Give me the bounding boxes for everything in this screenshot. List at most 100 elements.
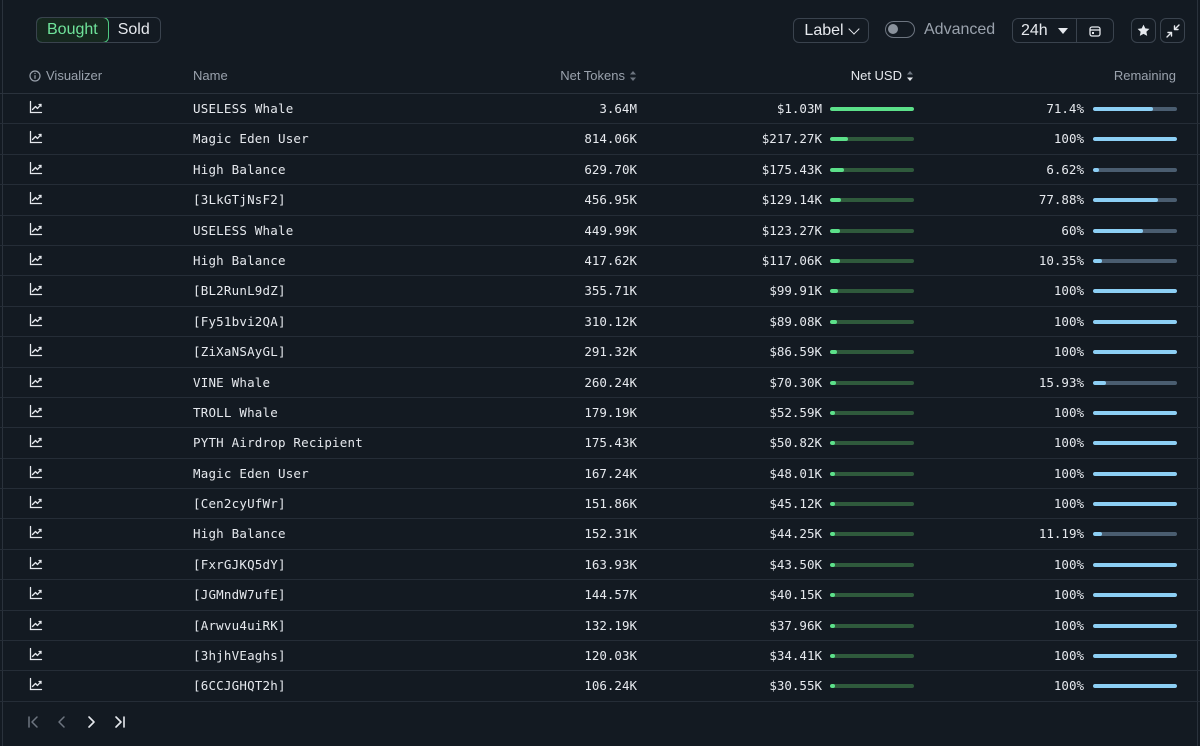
caret-down-icon — [1057, 27, 1068, 34]
table-row[interactable]: Magic Eden User 167.24K $48.01K 100% — [0, 459, 1200, 490]
table-row[interactable]: [Cen2cyUfWr] 151.86K $45.12K 100% — [0, 489, 1200, 520]
table-row[interactable]: [3hjhVEaghs] 120.03K $34.41K 100% — [0, 641, 1200, 672]
prev-page-button[interactable] — [53, 712, 70, 732]
row-name[interactable]: USELESS Whale — [193, 223, 293, 239]
row-net-tokens: 629.70K — [584, 161, 637, 177]
row-name[interactable]: High Balance — [193, 253, 286, 269]
visualizer-button[interactable] — [29, 313, 43, 331]
row-name[interactable]: High Balance — [193, 162, 286, 178]
visualizer-button[interactable] — [29, 374, 43, 392]
net-usd-bar-fill — [830, 502, 836, 507]
table-row[interactable]: Magic Eden User 814.06K $217.27K 100% — [0, 124, 1200, 155]
table-row[interactable]: High Balance 152.31K $44.25K 11.19% — [0, 519, 1200, 550]
time-range-dropdown[interactable]: 24h — [1013, 19, 1077, 42]
header-net-usd[interactable]: Net USD — [851, 68, 914, 83]
row-name[interactable]: [BL2RunL9dZ] — [193, 283, 286, 299]
visualizer-button[interactable] — [29, 130, 43, 148]
table-row[interactable]: [ZiXaNSAyGL] 291.32K $86.59K 100% — [0, 337, 1200, 368]
row-name[interactable]: [FxrGJKQ5dY] — [193, 557, 286, 573]
favorite-button[interactable] — [1131, 18, 1156, 43]
row-name[interactable]: [ZiXaNSAyGL] — [193, 344, 286, 360]
visualizer-button[interactable] — [29, 617, 43, 635]
net-usd-bar-fill — [830, 654, 836, 659]
row-name[interactable]: [3hjhVEaghs] — [193, 648, 286, 664]
row-name[interactable]: [Cen2cyUfWr] — [193, 496, 286, 512]
table-row[interactable]: [JGMndW7ufE] 144.57K $40.15K 100% — [0, 580, 1200, 611]
visualizer-button[interactable] — [29, 495, 43, 513]
visualizer-button[interactable] — [29, 525, 43, 543]
net-usd-bar — [830, 289, 914, 294]
row-remaining: 100% — [1053, 435, 1084, 451]
row-net-usd: $99.91K — [769, 283, 822, 299]
table-row[interactable]: USELESS Whale 449.99K $123.27K 60% — [0, 216, 1200, 246]
table-row[interactable]: [Fy51bvi2QA] 310.12K $89.08K 100% — [0, 307, 1200, 338]
row-remaining: 15.93% — [1038, 374, 1084, 390]
visualizer-button[interactable] — [29, 404, 43, 422]
row-net-tokens: 260.24K — [584, 374, 637, 390]
next-page-button[interactable] — [82, 712, 99, 732]
row-name[interactable]: [3LkGTjNsF2] — [193, 192, 286, 208]
visualizer-button[interactable] — [29, 465, 43, 483]
table-row[interactable]: High Balance 629.70K $175.43K 6.62% — [0, 155, 1200, 186]
time-range-value: 24h — [1021, 21, 1048, 39]
table-row[interactable]: USELESS Whale 3.64M $1.03M 71.4% — [0, 94, 1200, 125]
header-net-tokens[interactable]: Net Tokens — [560, 68, 637, 83]
visualizer-button[interactable] — [29, 647, 43, 665]
remaining-bar — [1093, 410, 1177, 415]
row-name[interactable]: TROLL Whale — [193, 405, 278, 421]
row-net-usd: $34.41K — [769, 648, 822, 664]
row-name[interactable]: High Balance — [193, 526, 286, 542]
calendar-button[interactable] — [1077, 19, 1113, 42]
table-row[interactable]: [Arwvu4uiRK] 132.19K $37.96K 100% — [0, 611, 1200, 642]
row-name[interactable]: Magic Eden User — [193, 131, 309, 147]
row-remaining: 100% — [1053, 496, 1084, 512]
table-row[interactable]: [FxrGJKQ5dY] 163.93K $43.50K 100% — [0, 550, 1200, 581]
visualizer-button[interactable] — [29, 586, 43, 604]
row-net-tokens: 175.43K — [584, 435, 637, 451]
table-row[interactable]: [BL2RunL9dZ] 355.71K $99.91K 100% — [0, 276, 1200, 307]
table-row[interactable]: [6CCJGHQT2h] 106.24K $30.55K 100% — [0, 671, 1200, 702]
row-name[interactable]: USELESS Whale — [193, 101, 293, 117]
net-usd-bar — [830, 502, 914, 507]
table-row[interactable]: TROLL Whale 179.19K $52.59K 100% — [0, 398, 1200, 429]
visualizer-button[interactable] — [29, 100, 43, 118]
row-name[interactable]: VINE Whale — [193, 375, 270, 391]
advanced-toggle[interactable] — [885, 21, 915, 38]
first-page-button[interactable] — [24, 712, 41, 732]
visualizer-button[interactable] — [29, 556, 43, 574]
row-net-tokens: 106.24K — [584, 678, 637, 694]
row-name[interactable]: PYTH Airdrop Recipient — [193, 435, 363, 451]
visualizer-button[interactable] — [29, 222, 43, 240]
row-name[interactable]: [Arwvu4uiRK] — [193, 618, 286, 634]
row-remaining: 77.88% — [1038, 192, 1084, 208]
advanced-label: Advanced — [924, 21, 996, 38]
row-name[interactable]: [JGMndW7ufE] — [193, 587, 286, 603]
row-name[interactable]: [Fy51bvi2QA] — [193, 314, 286, 330]
row-remaining: 100% — [1053, 556, 1084, 572]
table-body: USELESS Whale 3.64M $1.03M 71.4% Magic Eden … — [0, 94, 1200, 702]
table-row[interactable]: [3LkGTjNsF2] 456.95K $129.14K 77.88% — [0, 185, 1200, 216]
row-net-tokens: 151.86K — [584, 496, 637, 512]
header-net-usd-label: Net USD — [850, 68, 902, 83]
visualizer-button[interactable] — [29, 161, 43, 179]
visualizer-button[interactable] — [29, 677, 43, 695]
table-row[interactable]: VINE Whale 260.24K $70.30K 15.93% — [0, 368, 1200, 398]
row-net-tokens: 3.64M — [599, 101, 637, 116]
visualizer-button[interactable] — [29, 252, 43, 270]
tab-sold[interactable]: Sold — [108, 18, 160, 42]
visualizer-button[interactable] — [29, 282, 43, 300]
visualizer-button[interactable] — [29, 343, 43, 361]
remaining-bar — [1093, 562, 1177, 567]
tab-bought[interactable]: Bought — [36, 18, 109, 42]
row-name[interactable]: [6CCJGHQT2h] — [193, 678, 286, 694]
label-dropdown[interactable]: Label — [793, 18, 869, 43]
row-name[interactable]: Magic Eden User — [193, 466, 309, 482]
visualizer-button[interactable] — [29, 434, 43, 452]
prev-page-icon — [57, 716, 65, 728]
table-row[interactable]: PYTH Airdrop Recipient 175.43K $50.82K 100% — [0, 428, 1200, 459]
collapse-button[interactable] — [1160, 18, 1185, 43]
net-usd-bar — [830, 532, 914, 537]
last-page-button[interactable] — [111, 712, 128, 732]
table-row[interactable]: High Balance 417.62K $117.06K 10.35% — [0, 246, 1200, 277]
visualizer-button[interactable] — [29, 191, 43, 209]
